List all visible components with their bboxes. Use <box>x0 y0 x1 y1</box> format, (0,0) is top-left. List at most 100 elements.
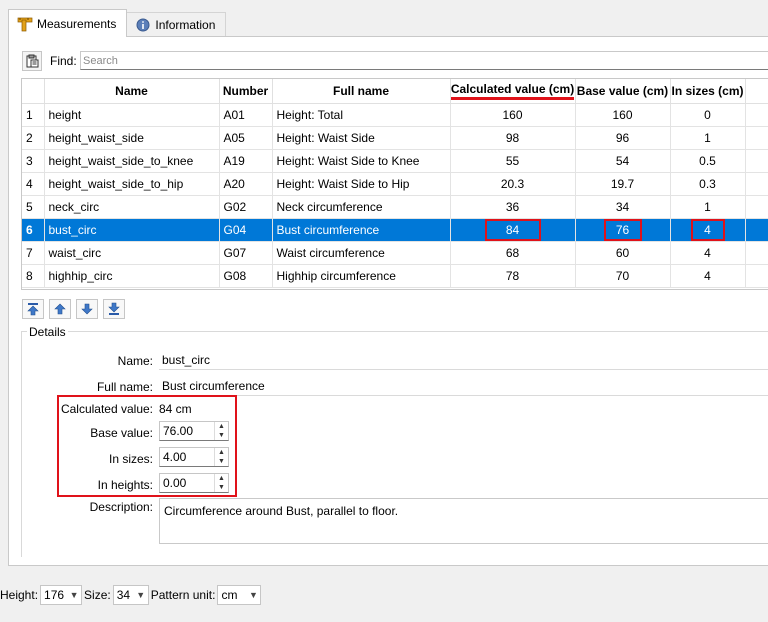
cell-number[interactable]: A01 <box>219 103 273 127</box>
paste-button[interactable] <box>22 51 42 71</box>
height-select[interactable]: 176 ▼ <box>40 585 83 605</box>
cell-number[interactable]: G07 <box>219 241 273 265</box>
cell-in-sizes[interactable]: 4 <box>670 264 746 288</box>
col-header-base-value[interactable]: Base value (cm) <box>575 79 671 104</box>
cell-base-value[interactable]: 60 <box>575 241 671 265</box>
move-up-icon <box>54 303 66 315</box>
cell-full-name[interactable]: Bust circumference <box>272 218 451 242</box>
move-bottom-icon <box>108 302 120 315</box>
pattern-unit-select[interactable]: cm ▼ <box>217 585 262 605</box>
cell-name[interactable]: height_waist_side_to_knee <box>44 149 220 173</box>
cell-base-value[interactable]: 70 <box>575 264 671 288</box>
cell-in-sizes[interactable]: 0 <box>670 103 746 127</box>
cell-filler <box>745 149 768 173</box>
table-row[interactable]: 2 height_waist_side A05 Height: Waist Si… <box>22 126 768 150</box>
measurements-table[interactable]: Name Number Full name Calculated value (… <box>21 78 768 290</box>
clipboard-icon <box>26 54 39 68</box>
cell-calculated-value[interactable]: 20.3 <box>450 172 576 196</box>
table-row[interactable]: 3 height_waist_side_to_knee A19 Height: … <box>22 149 768 173</box>
find-label: Find: <box>50 54 77 68</box>
cell-name[interactable]: height <box>44 103 220 127</box>
name-label: Name: <box>117 354 153 368</box>
row-move-toolbar <box>22 299 125 319</box>
name-field[interactable]: bust_circ <box>159 350 768 370</box>
cell-name[interactable]: waist_circ <box>44 241 220 265</box>
size-select[interactable]: 34 ▼ <box>112 585 149 605</box>
move-bottom-button[interactable] <box>103 299 125 319</box>
cell-name[interactable]: height_waist_side <box>44 126 220 150</box>
cell-number[interactable]: A05 <box>219 126 273 150</box>
cell-full-name[interactable]: Height: Total <box>272 103 451 127</box>
table-row[interactable]: 4 height_waist_side_to_hip A20 Height: W… <box>22 172 768 196</box>
cell-calculated-value[interactable]: 98 <box>450 126 576 150</box>
cell-base-value[interactable]: 160 <box>575 103 671 127</box>
cell-full-name[interactable]: Height: Waist Side <box>272 126 451 150</box>
cell-base-value[interactable]: 96 <box>575 126 671 150</box>
description-field[interactable]: Circumference around Bust, parallel to f… <box>159 498 768 544</box>
col-header-calculated-value[interactable]: Calculated value (cm) <box>450 79 576 104</box>
cell-number[interactable]: A20 <box>219 172 273 196</box>
cell-filler <box>745 264 768 288</box>
cell-in-sizes[interactable]: 4 <box>670 241 746 265</box>
cell-full-name[interactable]: Height: Waist Side to Knee <box>272 149 451 173</box>
cell-base-value[interactable]: 76 <box>575 218 671 242</box>
move-top-button[interactable] <box>22 299 44 319</box>
cell-full-name[interactable]: Height: Waist Side to Hip <box>272 172 451 196</box>
tab-information[interactable]: Information <box>126 12 227 37</box>
cell-in-sizes[interactable]: 0.5 <box>670 149 746 173</box>
cell-calculated-value[interactable]: 68 <box>450 241 576 265</box>
cell-calculated-value[interactable]: 36 <box>450 195 576 219</box>
description-value: Circumference around Bust, parallel to f… <box>164 504 399 518</box>
move-down-button[interactable] <box>76 299 98 319</box>
table-row[interactable]: 1 height A01 Height: Total 160 160 0 <box>22 103 768 127</box>
table-row-selected[interactable]: 6 bust_circ G04 Bust circumference 84 76… <box>22 218 768 242</box>
row-number: 2 <box>22 126 45 150</box>
cell-in-sizes[interactable]: 1 <box>670 126 746 150</box>
cell-filler <box>745 241 768 265</box>
row-number: 4 <box>22 172 45 196</box>
cell-number[interactable]: G04 <box>219 218 273 242</box>
move-up-button[interactable] <box>49 299 71 319</box>
tab-measurements[interactable]: Measurements <box>8 9 128 37</box>
table-row[interactable]: 5 neck_circ G02 Neck circumference 36 34… <box>22 195 768 219</box>
name-value: bust_circ <box>162 353 211 367</box>
cell-in-sizes[interactable]: 0.3 <box>670 172 746 196</box>
status-toolbar: Height: 176 ▼ Size: 34 ▼ Pattern unit: c… <box>0 584 262 606</box>
row-number: 1 <box>22 103 45 127</box>
cell-number[interactable]: G02 <box>219 195 273 219</box>
col-header-name[interactable]: Name <box>44 79 220 104</box>
cell-in-sizes[interactable]: 4 <box>670 218 746 242</box>
col-header-number[interactable]: Number <box>219 79 273 104</box>
cell-calculated-value-text: 84 <box>484 218 541 240</box>
cell-number[interactable]: G08 <box>219 264 273 288</box>
cell-name[interactable]: highhip_circ <box>44 264 220 288</box>
table-header-row: Name Number Full name Calculated value (… <box>22 79 768 104</box>
cell-name[interactable]: bust_circ <box>44 218 220 242</box>
chevron-down-icon: ▼ <box>136 590 146 600</box>
cell-full-name[interactable]: Neck circumference <box>272 195 451 219</box>
full-name-value: Bust circumference <box>162 379 265 393</box>
cell-number[interactable]: A19 <box>219 149 273 173</box>
cell-name[interactable]: neck_circ <box>44 195 220 219</box>
table-row[interactable]: 8 highhip_circ G08 Highhip circumference… <box>22 264 768 288</box>
cell-in-sizes[interactable]: 1 <box>670 195 746 219</box>
col-header-index[interactable] <box>22 79 45 104</box>
cell-calculated-value[interactable]: 160 <box>450 103 576 127</box>
cell-name[interactable]: height_waist_side_to_hip <box>44 172 220 196</box>
cell-calculated-value[interactable]: 78 <box>450 264 576 288</box>
search-input[interactable] <box>80 51 768 70</box>
cell-calculated-value[interactable]: 84 <box>450 218 576 242</box>
cell-base-value[interactable]: 19.7 <box>575 172 671 196</box>
cell-full-name[interactable]: Waist circumference <box>272 241 451 265</box>
row-number: 5 <box>22 195 45 219</box>
table-row[interactable]: 7 waist_circ G07 Waist circumference 68 … <box>22 241 768 265</box>
cell-base-value[interactable]: 34 <box>575 195 671 219</box>
col-header-in-sizes[interactable]: In sizes (cm) <box>670 79 746 104</box>
full-name-field[interactable]: Bust circumference <box>159 376 768 396</box>
cell-calculated-value[interactable]: 55 <box>450 149 576 173</box>
cell-base-value[interactable]: 54 <box>575 149 671 173</box>
col-header-full-name[interactable]: Full name <box>272 79 451 104</box>
info-icon <box>135 17 151 33</box>
row-number: 6 <box>22 218 45 242</box>
cell-full-name[interactable]: Highhip circumference <box>272 264 451 288</box>
